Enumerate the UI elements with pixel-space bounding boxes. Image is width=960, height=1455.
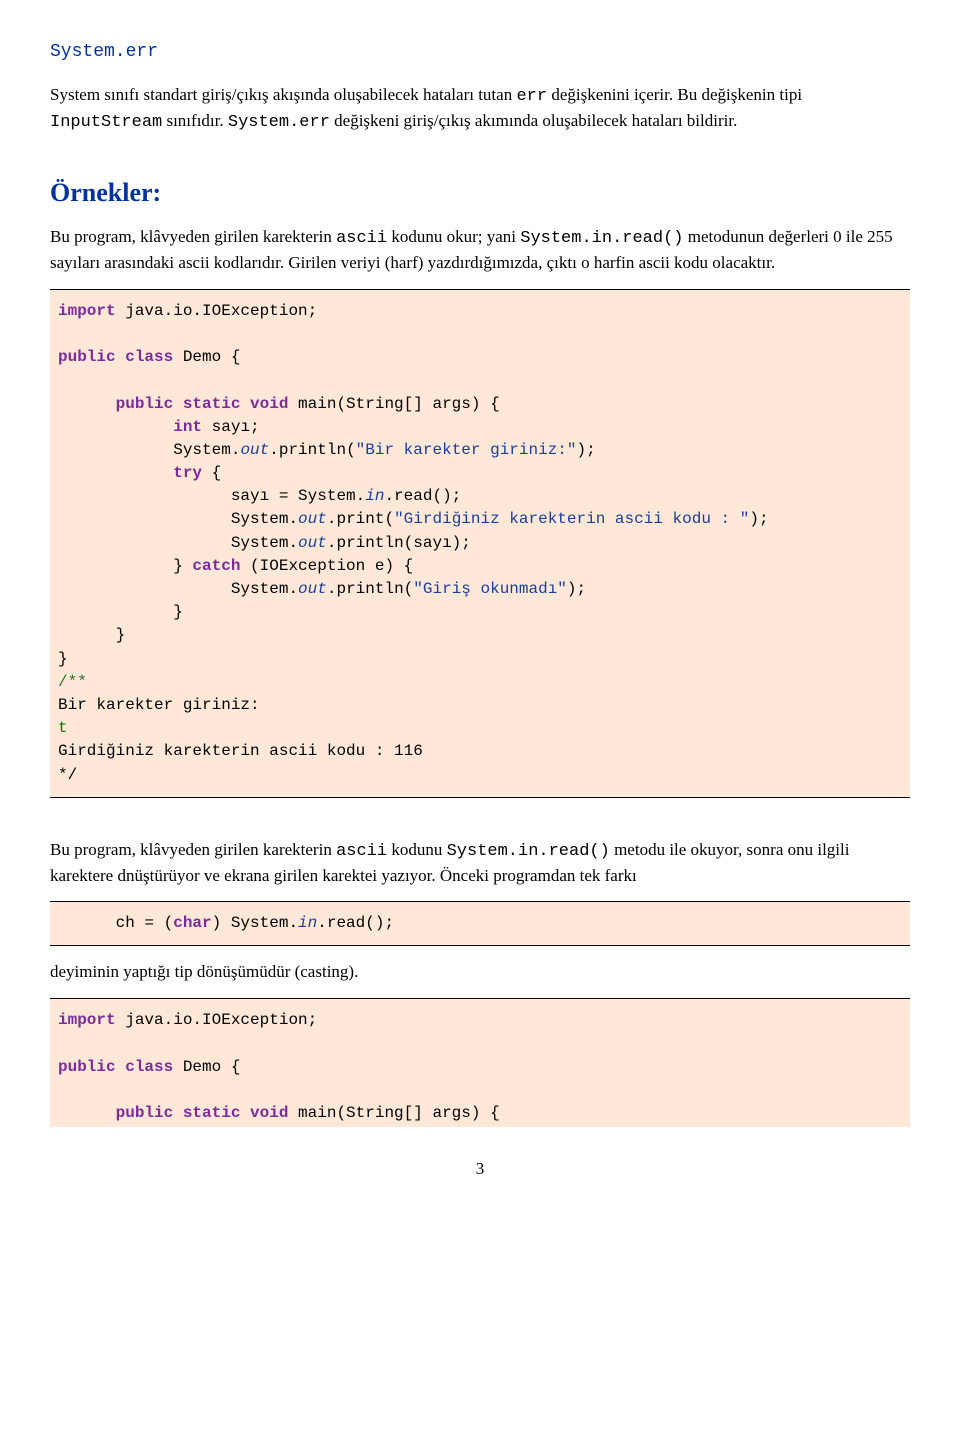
code-text: { [202, 464, 221, 482]
user-input: t [58, 719, 68, 737]
text: kodunu okur; yani [387, 227, 520, 246]
code-text: main(String[] args) { [288, 395, 499, 413]
kw: public class [58, 1058, 173, 1076]
kw: int [173, 418, 202, 436]
section-heading: System.err [50, 40, 910, 65]
code-text: .println( [327, 580, 413, 598]
comment-close: */ [58, 766, 77, 784]
code-text: System. [231, 510, 298, 528]
brace: } [173, 603, 183, 621]
brace: } [58, 650, 68, 668]
code-text: .read(); [317, 914, 394, 932]
text: değişkeni giriş/çıkış akımında oluşabile… [330, 111, 737, 130]
code-text: sayı = System. [231, 487, 365, 505]
text: kodunu [387, 840, 447, 859]
string: "Girdiğiniz karekterin ascii kodu : " [394, 510, 749, 528]
code-text: ); [567, 580, 586, 598]
comment: /** [58, 673, 87, 691]
code-text: System. [173, 441, 240, 459]
text: değişkenini içerir. Bu değişkenin tipi [547, 85, 802, 104]
code-block-3: import java.io.IOException; public class… [50, 998, 910, 1127]
code-text: } [173, 557, 192, 575]
code-text: Demo { [173, 348, 240, 366]
code-text: Demo { [173, 1058, 240, 1076]
code-text: .read(); [384, 487, 461, 505]
code-text: (IOException e) { [240, 557, 413, 575]
string: "Bir karekter giriniz:" [356, 441, 577, 459]
code-text: System. [231, 534, 298, 552]
kw: try [173, 464, 202, 482]
text: System sınıfı standart giriş/çıkış akışı… [50, 85, 516, 104]
code-inline: System.in.read() [447, 842, 610, 861]
code-text: .println( [269, 441, 355, 459]
text: Bu program, klâvyeden girilen karekterin [50, 840, 336, 859]
code-inline: System.in.read() [520, 229, 683, 248]
code-inline: ascii [336, 229, 387, 248]
kw: public static void [116, 395, 289, 413]
code-text: ); [749, 510, 768, 528]
text: Bu program, klâvyeden girilen karekterin [50, 227, 336, 246]
kw: catch [192, 557, 240, 575]
paragraph-3: Bu program, klâvyeden girilen karekterin… [50, 838, 910, 888]
field: in [298, 914, 317, 932]
kw: public class [58, 348, 173, 366]
code-block-1: import java.io.IOException; public class… [50, 289, 910, 798]
kw: public static void [116, 1104, 289, 1122]
output-line: Girdiğiniz karekterin ascii kodu : 116 [58, 742, 423, 760]
paragraph-4: deyiminin yaptığı tip dönüşümüdür (casti… [50, 960, 910, 984]
code-text: sayı; [202, 418, 260, 436]
field: in [365, 487, 384, 505]
code-inline: err [516, 87, 547, 106]
kw: char [173, 914, 211, 932]
brace: } [116, 626, 126, 644]
output-line: Bir karekter giriniz: [58, 696, 260, 714]
code-text: ); [577, 441, 596, 459]
field: out [240, 441, 269, 459]
paragraph-2: Bu program, klâvyeden girilen karekterin… [50, 225, 910, 275]
paragraph-1: System sınıfı standart giriş/çıkış akışı… [50, 83, 910, 135]
kw: import [58, 302, 116, 320]
code-inline: InputStream [50, 113, 162, 132]
code-inline: System.err [228, 113, 330, 132]
page-number: 3 [50, 1157, 910, 1181]
examples-heading: Örnekler: [50, 175, 910, 211]
field: out [298, 510, 327, 528]
code-text: ch = ( [116, 914, 174, 932]
code-text: ) System. [212, 914, 298, 932]
field: out [298, 534, 327, 552]
code-block-2: ch = (char) System.in.read(); [50, 901, 910, 946]
code-text: java.io.IOException; [116, 302, 318, 320]
code-text: .print( [327, 510, 394, 528]
kw: import [58, 1011, 116, 1029]
code-text: .println(sayı); [327, 534, 471, 552]
field: out [298, 580, 327, 598]
text: sınıfıdır. [162, 111, 228, 130]
code-text: java.io.IOException; [116, 1011, 318, 1029]
code-inline: ascii [336, 842, 387, 861]
string: "Giriş okunmadı" [413, 580, 567, 598]
code-text: main(String[] args) { [288, 1104, 499, 1122]
code-text: System. [231, 580, 298, 598]
